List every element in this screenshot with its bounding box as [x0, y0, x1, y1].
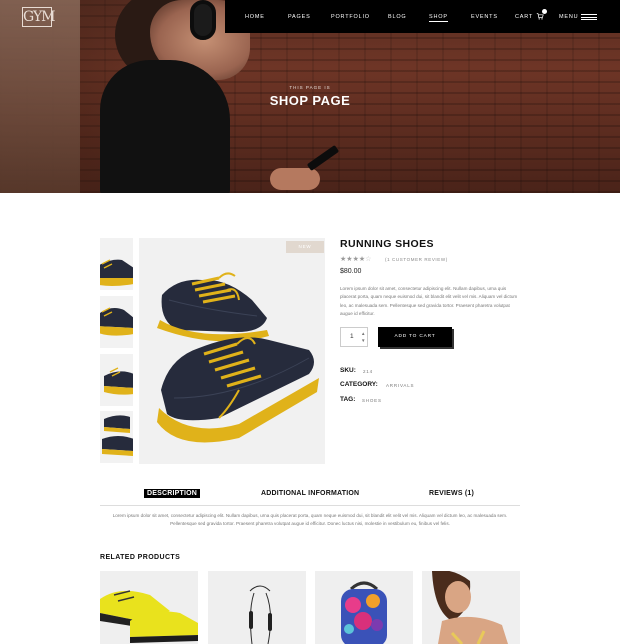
- product-price: $80.00: [340, 268, 362, 275]
- tag-label: TAG:: [340, 396, 356, 403]
- tabs-divider: [100, 505, 520, 506]
- related-product-card[interactable]: [208, 571, 306, 644]
- sku-label: SKU:: [340, 367, 356, 374]
- category-link[interactable]: ARRIVALS: [386, 383, 414, 388]
- hero-subtitle: THIS PAGE IS: [289, 85, 331, 90]
- tag-link[interactable]: SHOES: [362, 398, 382, 403]
- related-product-card[interactable]: [422, 571, 520, 644]
- jump-rope-image: [249, 585, 272, 644]
- add-to-cart-button[interactable]: ADD TO CART: [378, 327, 452, 347]
- nav-blog[interactable]: BLOG: [388, 14, 406, 20]
- top-navbar: HOME PAGES PORTFOLIO BLOG SHOP EVENTS CA…: [225, 0, 620, 33]
- related-product-card[interactable]: [100, 571, 198, 644]
- product-title: RUNNING SHOES: [340, 238, 434, 250]
- quantity-stepper[interactable]: 1 ▲ ▼: [340, 327, 368, 347]
- site-logo[interactable]: GYM: [22, 7, 56, 27]
- nav-pages[interactable]: PAGES: [288, 14, 311, 20]
- product-thumbnail[interactable]: [100, 296, 133, 348]
- headphones-graphic: [190, 0, 216, 40]
- nav-shop[interactable]: SHOP: [429, 14, 448, 22]
- cart-count-badge: [542, 9, 547, 14]
- nav-events[interactable]: EVENTS: [471, 14, 498, 20]
- nav-home[interactable]: HOME: [245, 14, 265, 20]
- product-main-image[interactable]: [139, 238, 325, 464]
- star-icon: ☆: [365, 256, 372, 263]
- category-label: CATEGORY:: [340, 381, 378, 388]
- tab-reviews[interactable]: REVIEWS (1): [429, 490, 474, 497]
- related-product-card[interactable]: [315, 571, 413, 644]
- sku-value: 214: [363, 369, 373, 374]
- tab-description[interactable]: DESCRIPTION: [144, 489, 201, 498]
- sports-bra-model-image: [432, 571, 508, 644]
- nav-menu-label[interactable]: MENU: [559, 14, 578, 20]
- backpack-image: [341, 581, 387, 644]
- product-description: Lorem ipsum dolor sit amet, consectetur …: [340, 286, 518, 317]
- related-products-title: RELATED PRODUCTS: [100, 554, 181, 561]
- nav-cart[interactable]: CART: [515, 14, 533, 20]
- nav-portfolio[interactable]: PORTFOLIO: [331, 14, 370, 20]
- hero-banner: GYM HOME PAGES PORTFOLIO BLOG SHOP EVENT…: [0, 0, 620, 193]
- review-count-link[interactable]: (1 CUSTOMER REVIEW): [385, 257, 448, 262]
- rating-stars[interactable]: ★★★★☆: [340, 255, 371, 263]
- hero-figure: [100, 60, 230, 193]
- quantity-arrows-icon[interactable]: ▲ ▼: [361, 330, 365, 344]
- new-badge: NEW: [286, 241, 324, 253]
- quantity-value[interactable]: 1: [350, 333, 354, 340]
- running-shoes-image: [157, 272, 319, 443]
- hamburger-icon[interactable]: [581, 14, 597, 20]
- product-thumbnail[interactable]: [100, 411, 133, 463]
- hero-hand: [270, 168, 320, 190]
- yellow-shoes-image: [100, 590, 198, 643]
- page-title: SHOP PAGE: [269, 93, 351, 108]
- product-thumbnail[interactable]: [100, 238, 133, 290]
- tab-description-content: Lorem ipsum dolor sit amet, consectetur …: [112, 513, 508, 526]
- product-thumbnail[interactable]: [100, 354, 133, 406]
- phone-graphic: [306, 144, 340, 172]
- tab-additional-information[interactable]: ADDITIONAL INFORMATION: [261, 490, 359, 497]
